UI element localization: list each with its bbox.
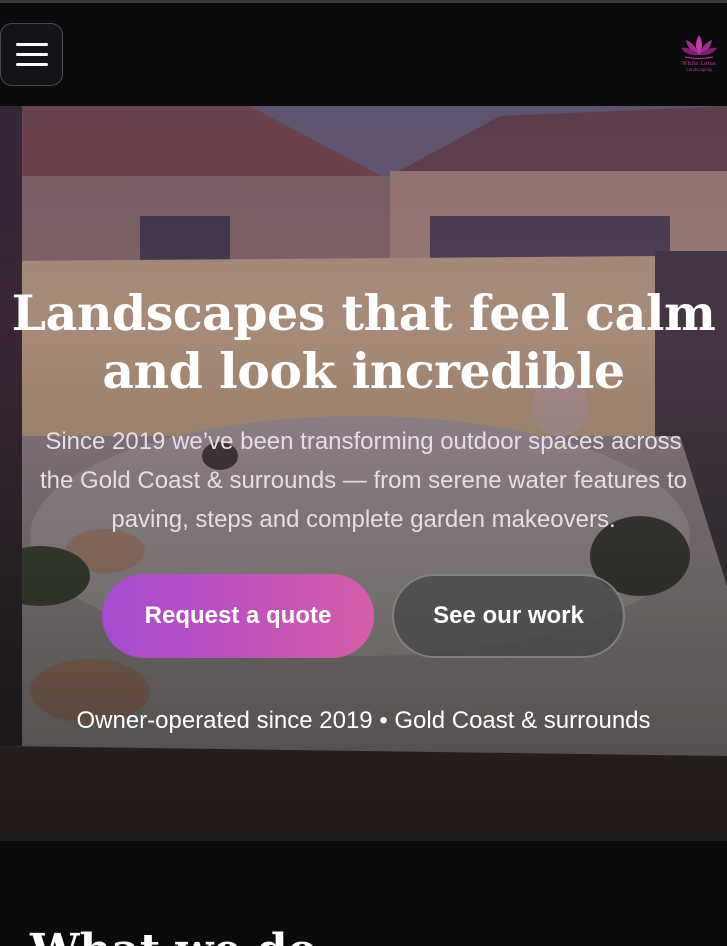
request-quote-button[interactable]: Request a quote — [102, 574, 374, 658]
site-header: White Lotus Landscaping — [0, 3, 727, 106]
hero-title: Landscapes that feel calm and look incre… — [0, 284, 727, 400]
hero-subtitle-line: Since 2019 we’ve been transforming outdo… — [45, 428, 682, 455]
hero-subtitle: Since 2019 we’ve been transforming outdo… — [0, 422, 727, 539]
hero-section: Landscapes that feel calm and look incre… — [0, 106, 727, 841]
hero-tagline: Owner-operated since 2019 • Gold Coast &… — [76, 707, 651, 734]
site-logo[interactable]: White Lotus Landscaping — [676, 31, 722, 77]
hero-title-line: and look incredible — [102, 342, 625, 400]
logo-subtitle: Landscaping — [686, 67, 712, 72]
menu-bar-icon — [15, 43, 48, 46]
menu-bar-icon — [15, 63, 48, 66]
hero-subtitle-line: the Gold Coast & surrounds — from serene… — [40, 467, 687, 494]
hero-subtitle-line: paving, steps and complete garden makeov… — [111, 506, 616, 533]
see-our-work-button[interactable]: See our work — [392, 574, 625, 658]
hero-title-line: Landscapes that feel calm — [11, 284, 716, 342]
hamburger-menu-button[interactable] — [0, 23, 63, 86]
section-title: What we do — [30, 925, 317, 946]
menu-bar-icon — [15, 53, 48, 56]
services-section: What we do — [0, 841, 727, 946]
lotus-icon — [681, 35, 717, 59]
